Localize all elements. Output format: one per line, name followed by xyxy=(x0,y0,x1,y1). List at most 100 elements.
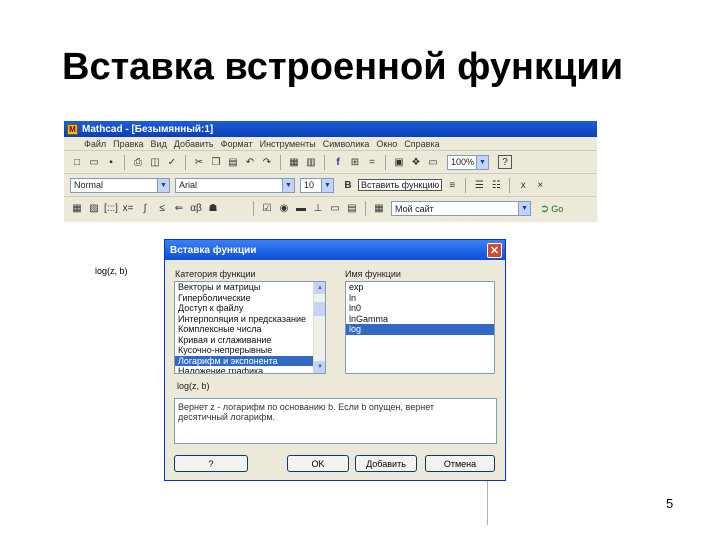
font-value: Arial xyxy=(179,180,198,190)
category-list-item[interactable]: Логарифм и экспонента xyxy=(175,355,313,366)
redo-icon[interactable]: ↷ xyxy=(260,155,274,169)
category-list-item[interactable]: Векторы и матрицы xyxy=(175,282,313,293)
menu-symbolics[interactable]: Символика xyxy=(323,139,370,149)
undo-icon[interactable]: ↶ xyxy=(243,155,257,169)
programming-icon[interactable]: ⇐ xyxy=(172,202,186,216)
paste-icon[interactable]: ▤ xyxy=(226,155,240,169)
formatting-toolbar: Normal ▼ Arial ▼ 10 ▼ B Вставить функцию… xyxy=(64,174,597,197)
category-label: Категория функции xyxy=(175,269,256,279)
align-icon[interactable]: ▦ xyxy=(287,155,301,169)
chevron-down-icon: ▼ xyxy=(157,178,169,192)
help-icon[interactable]: ? xyxy=(498,155,512,169)
category-list-item[interactable]: Комплексные числа xyxy=(175,324,313,335)
worksheet-function-placeholder: log(z, b) xyxy=(95,266,128,276)
go-label: Go xyxy=(551,203,564,214)
go-button[interactable]: ➲ Go xyxy=(540,202,563,215)
menu-file[interactable]: Файл xyxy=(84,139,106,149)
help-button[interactable]: ? xyxy=(174,455,248,472)
web-icon[interactable]: ▦ xyxy=(372,202,386,216)
function-list-item[interactable]: exp xyxy=(346,282,494,293)
category-scrollbar[interactable]: ▲ ▼ xyxy=(313,282,325,373)
slider-icon[interactable]: ⊥ xyxy=(311,202,325,216)
chevron-down-icon: ▼ xyxy=(518,202,530,215)
push-button-icon[interactable]: ▬ xyxy=(294,202,308,216)
checkbox-icon[interactable]: ☑ xyxy=(260,202,274,216)
toolbar-separator xyxy=(324,154,325,170)
evaluation-icon[interactable]: x= xyxy=(121,202,135,216)
calculator-icon[interactable]: ▦ xyxy=(70,202,84,216)
menu-tools[interactable]: Инструменты xyxy=(260,139,316,149)
function-name-listbox[interactable]: exp ln ln0 lnGamma log xyxy=(345,281,495,374)
insert-unit-icon[interactable]: ⊞ xyxy=(348,155,362,169)
scroll-down-icon[interactable]: ▼ xyxy=(314,361,325,373)
style-select[interactable]: Normal ▼ xyxy=(70,177,170,193)
print-icon[interactable]: ⎙ xyxy=(131,155,145,169)
scroll-thumb[interactable] xyxy=(314,302,325,316)
font-select[interactable]: Arial ▼ xyxy=(175,177,295,193)
category-list-item[interactable]: Кусочно-непрерывные xyxy=(175,345,313,356)
menu-view[interactable]: Вид xyxy=(151,139,167,149)
scroll-up-icon[interactable]: ▲ xyxy=(314,282,325,294)
category-list-item[interactable]: Кривая и сглаживание xyxy=(175,335,313,346)
category-listbox[interactable]: Векторы и матрицы Гиперболические Доступ к… xyxy=(174,281,326,374)
component-icon[interactable]: ▣ xyxy=(392,155,406,169)
close-icon[interactable]: ✕ xyxy=(487,242,502,258)
function-list-item[interactable]: ln xyxy=(346,293,494,304)
chevron-down-icon: ▼ xyxy=(321,178,333,192)
dialog-titlebar: Вставка функции ✕ xyxy=(165,240,505,260)
symbolic-icon[interactable]: ☗ xyxy=(206,202,220,216)
function-list-item[interactable]: ln0 xyxy=(346,303,494,314)
menu-format[interactable]: Формат xyxy=(221,139,253,149)
insert-function-label[interactable]: Вставить функцию xyxy=(358,179,443,191)
menu-edit[interactable]: Правка xyxy=(113,139,143,149)
align-center-icon[interactable]: ≡ xyxy=(445,178,459,192)
insert-function-icon[interactable]: f xyxy=(331,155,345,169)
font-size-value: 10 xyxy=(304,180,315,190)
menu-window[interactable]: Окно xyxy=(376,139,397,149)
copy-icon[interactable]: ❐ xyxy=(209,155,223,169)
insert-button[interactable]: Добавить xyxy=(355,455,417,472)
save-icon[interactable]: ▪ xyxy=(104,155,118,169)
spell-check-icon[interactable]: ✓ xyxy=(165,155,179,169)
textbox-icon[interactable]: ▭ xyxy=(328,202,342,216)
window-icon[interactable]: ▭ xyxy=(426,155,440,169)
resource-center-icon[interactable]: ❖ xyxy=(409,155,423,169)
toolbar-separator xyxy=(185,154,186,170)
open-file-icon[interactable]: ▭ xyxy=(87,155,101,169)
category-list-item[interactable]: Интерполяция и предсказание xyxy=(175,314,313,325)
category-list-item[interactable]: Наложение графика xyxy=(175,366,313,373)
numbering-icon[interactable]: ☷ xyxy=(489,178,503,192)
radio-icon[interactable]: ◉ xyxy=(277,202,291,216)
function-list-item[interactable]: lnGamma xyxy=(346,314,494,325)
menu-insert[interactable]: Добавить xyxy=(174,139,214,149)
function-list-item[interactable]: log xyxy=(346,324,494,335)
boolean-icon[interactable]: ≤ xyxy=(155,202,169,216)
menu-help[interactable]: Справка xyxy=(404,139,439,149)
subscript-icon[interactable]: x xyxy=(516,178,530,192)
dialog-title: Вставка функции xyxy=(170,244,257,256)
address-select[interactable]: Мой сайт ▼ xyxy=(391,201,531,216)
cut-icon[interactable]: ✂ xyxy=(192,155,206,169)
mathcad-app-icon: M xyxy=(67,123,78,135)
superscript-icon[interactable]: × xyxy=(533,178,547,192)
toolbar-separator xyxy=(365,201,366,216)
listbox-icon[interactable]: ▤ xyxy=(345,202,359,216)
align-down-icon[interactable]: ▥ xyxy=(304,155,318,169)
matrix-icon[interactable]: [:::] xyxy=(104,202,118,216)
function-description: Вернет z - логарифм по основанию b. Если… xyxy=(174,398,497,444)
bold-icon[interactable]: B xyxy=(341,178,355,192)
calculus-icon[interactable]: ∫ xyxy=(138,202,152,216)
graph-icon[interactable]: ▨ xyxy=(87,202,101,216)
greek-icon[interactable]: αβ xyxy=(189,202,203,216)
zoom-select[interactable]: 100% ▼ xyxy=(447,154,489,170)
calculate-icon[interactable]: = xyxy=(365,155,379,169)
new-file-icon[interactable]: □ xyxy=(70,155,84,169)
category-list-item[interactable]: Доступ к файлу xyxy=(175,303,313,314)
toolbar-separator xyxy=(385,154,386,170)
bullets-icon[interactable]: ☰ xyxy=(472,178,486,192)
font-size-select[interactable]: 10 ▼ xyxy=(300,177,334,193)
ok-button[interactable]: OK xyxy=(287,455,349,472)
print-preview-icon[interactable]: ◫ xyxy=(148,155,162,169)
cancel-button[interactable]: Отмена xyxy=(425,455,495,472)
category-list-item[interactable]: Гиперболические xyxy=(175,293,313,304)
